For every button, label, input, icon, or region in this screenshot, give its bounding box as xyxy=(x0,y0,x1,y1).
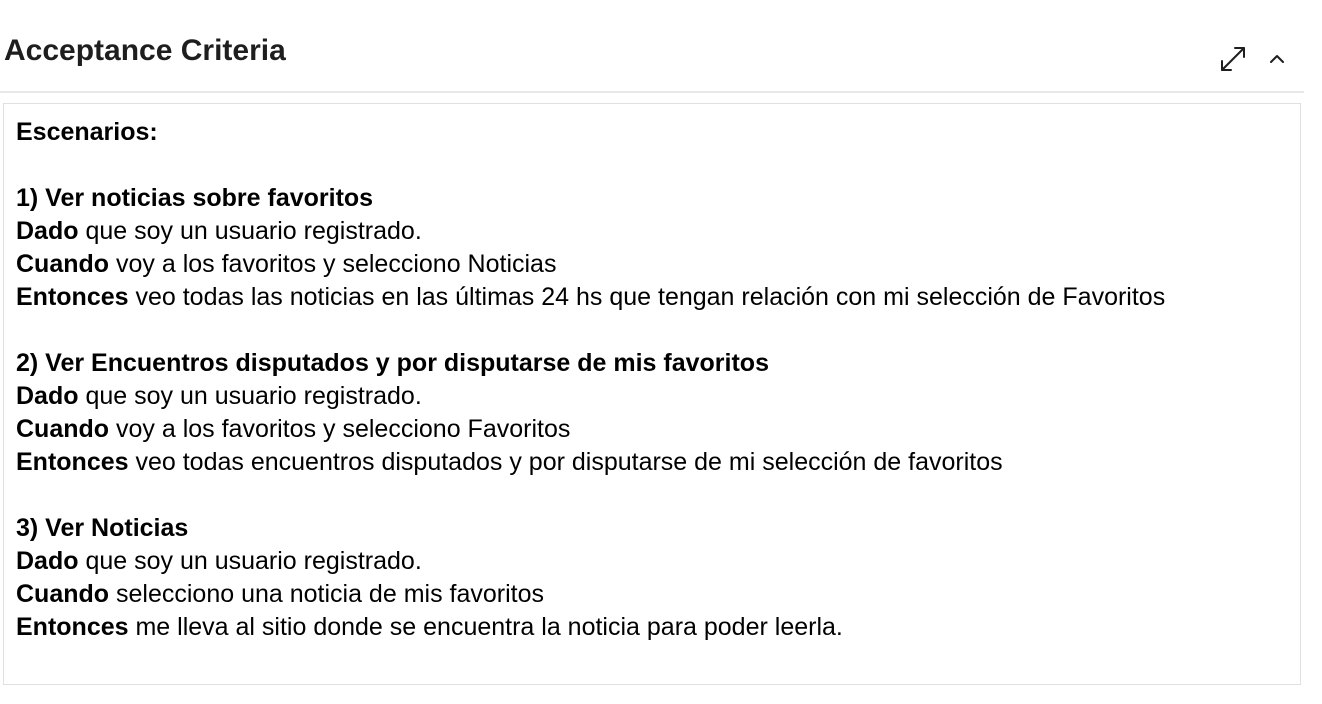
when-text: voy a los favoritos y selecciono Favorit… xyxy=(109,415,571,443)
scenario-title: 2) Ver Encuentros disputados y por dispu… xyxy=(16,349,769,377)
chevron-up-icon[interactable] xyxy=(1262,44,1292,74)
scenario-when: Cuando voy a los favoritos y selecciono … xyxy=(16,248,1288,281)
scenarios-heading: Escenarios: xyxy=(16,118,158,146)
given-text: que soy un usuario registrado. xyxy=(78,547,422,575)
when-keyword: Cuando xyxy=(16,250,110,278)
scenario-then: Entonces me lleva al sitio donde se encu… xyxy=(16,611,1288,644)
scenario-given: Dado que soy un usuario registrado. xyxy=(16,545,1288,578)
given-text: que soy un usuario registrado. xyxy=(78,217,422,245)
when-keyword: Cuando xyxy=(16,580,110,608)
when-text: voy a los favoritos y selecciono Noticia… xyxy=(109,250,557,278)
scenario-then: Entonces veo todas encuentros disputados… xyxy=(16,446,1288,479)
scenario-3: 3) Ver Noticias Dado que soy un usuario … xyxy=(16,512,1288,644)
expand-diagonal-icon[interactable] xyxy=(1218,44,1248,74)
scenario-when: Cuando selecciono una noticia de mis fav… xyxy=(16,578,1288,611)
when-keyword: Cuando xyxy=(16,415,110,443)
scenario-when: Cuando voy a los favoritos y selecciono … xyxy=(16,413,1288,446)
then-keyword: Entonces xyxy=(16,283,129,311)
then-keyword: Entonces xyxy=(16,448,129,476)
scenario-2: 2) Ver Encuentros disputados y por dispu… xyxy=(16,347,1288,479)
acceptance-criteria-editor[interactable]: Escenarios: 1) Ver noticias sobre favori… xyxy=(3,103,1301,685)
given-keyword: Dado xyxy=(16,547,79,575)
when-text: selecciono una noticia de mis favoritos xyxy=(109,580,544,608)
given-keyword: Dado xyxy=(16,382,79,410)
header-actions xyxy=(1218,44,1292,74)
then-text: me lleva al sitio donde se encuentra la … xyxy=(128,613,843,641)
scenario-title: 1) Ver noticias sobre favoritos xyxy=(16,184,374,212)
given-keyword: Dado xyxy=(16,217,79,245)
section-header: Acceptance Criteria xyxy=(0,0,1304,93)
scenario-1: 1) Ver noticias sobre favoritos Dado que… xyxy=(16,182,1288,314)
then-keyword: Entonces xyxy=(16,613,129,641)
then-text: veo todas las noticias en las últimas 24… xyxy=(128,283,1166,311)
then-text: veo todas encuentros disputados y por di… xyxy=(128,448,1003,476)
given-text: que soy un usuario registrado. xyxy=(78,382,422,410)
scenario-given: Dado que soy un usuario registrado. xyxy=(16,215,1288,248)
scenario-title: 3) Ver Noticias xyxy=(16,514,189,542)
scenario-then: Entonces veo todas las noticias en las ú… xyxy=(16,281,1288,314)
scenario-given: Dado que soy un usuario registrado. xyxy=(16,380,1288,413)
section-title: Acceptance Criteria xyxy=(4,34,286,67)
